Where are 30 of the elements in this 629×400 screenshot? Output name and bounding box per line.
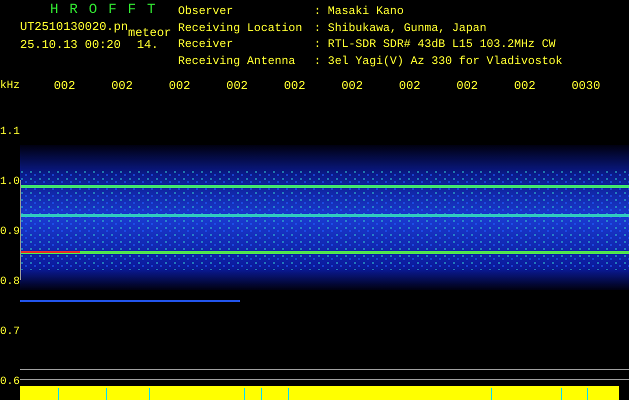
axis-label: 1.0 <box>0 175 20 189</box>
time-label: 002 <box>341 79 364 93</box>
axis-label: 0.8 <box>0 275 20 289</box>
time-label: 002 <box>456 79 480 93</box>
file-value: 14. <box>136 38 158 52</box>
time-label: 002 <box>168 79 192 93</box>
axis-unit: kHz <box>0 80 21 92</box>
info-label: Receiving Location <box>178 22 304 36</box>
app-title: HROFFT <box>49 2 168 18</box>
time-label: 002 <box>284 79 306 93</box>
axis-label: 1.1 <box>0 125 20 139</box>
time-label: 002 <box>226 79 249 93</box>
time-label: 002 <box>514 79 537 93</box>
info-label: Receiving Antenna <box>178 56 296 70</box>
axis-label: 0.7 <box>0 325 20 339</box>
file-suffix: meteor <box>128 26 172 40</box>
info-label: Observer <box>178 6 234 20</box>
axis-label: 0.6 <box>0 375 20 389</box>
date-time: 25.10.13 00:20 <box>20 38 121 52</box>
time-label: 002 <box>54 79 76 93</box>
time-label: 0030 <box>571 79 602 93</box>
file-name: UT2510130020.pn <box>20 20 128 34</box>
info-value: : Masaki Kano <box>314 6 405 20</box>
info-value: : 3el Yagi(V) Az 330 for Vladivostok <box>314 56 562 70</box>
time-label: 002 <box>398 79 422 93</box>
axis-label: 0.9 <box>0 225 20 239</box>
info-value: : RTL-SDR SDR# 43dB L15 103.2MHz CW <box>314 39 557 53</box>
info-label: Receiver <box>178 39 234 53</box>
time-label: 002 <box>111 79 134 93</box>
info-value: : Shibukawa, Gunma, Japan <box>314 22 488 36</box>
